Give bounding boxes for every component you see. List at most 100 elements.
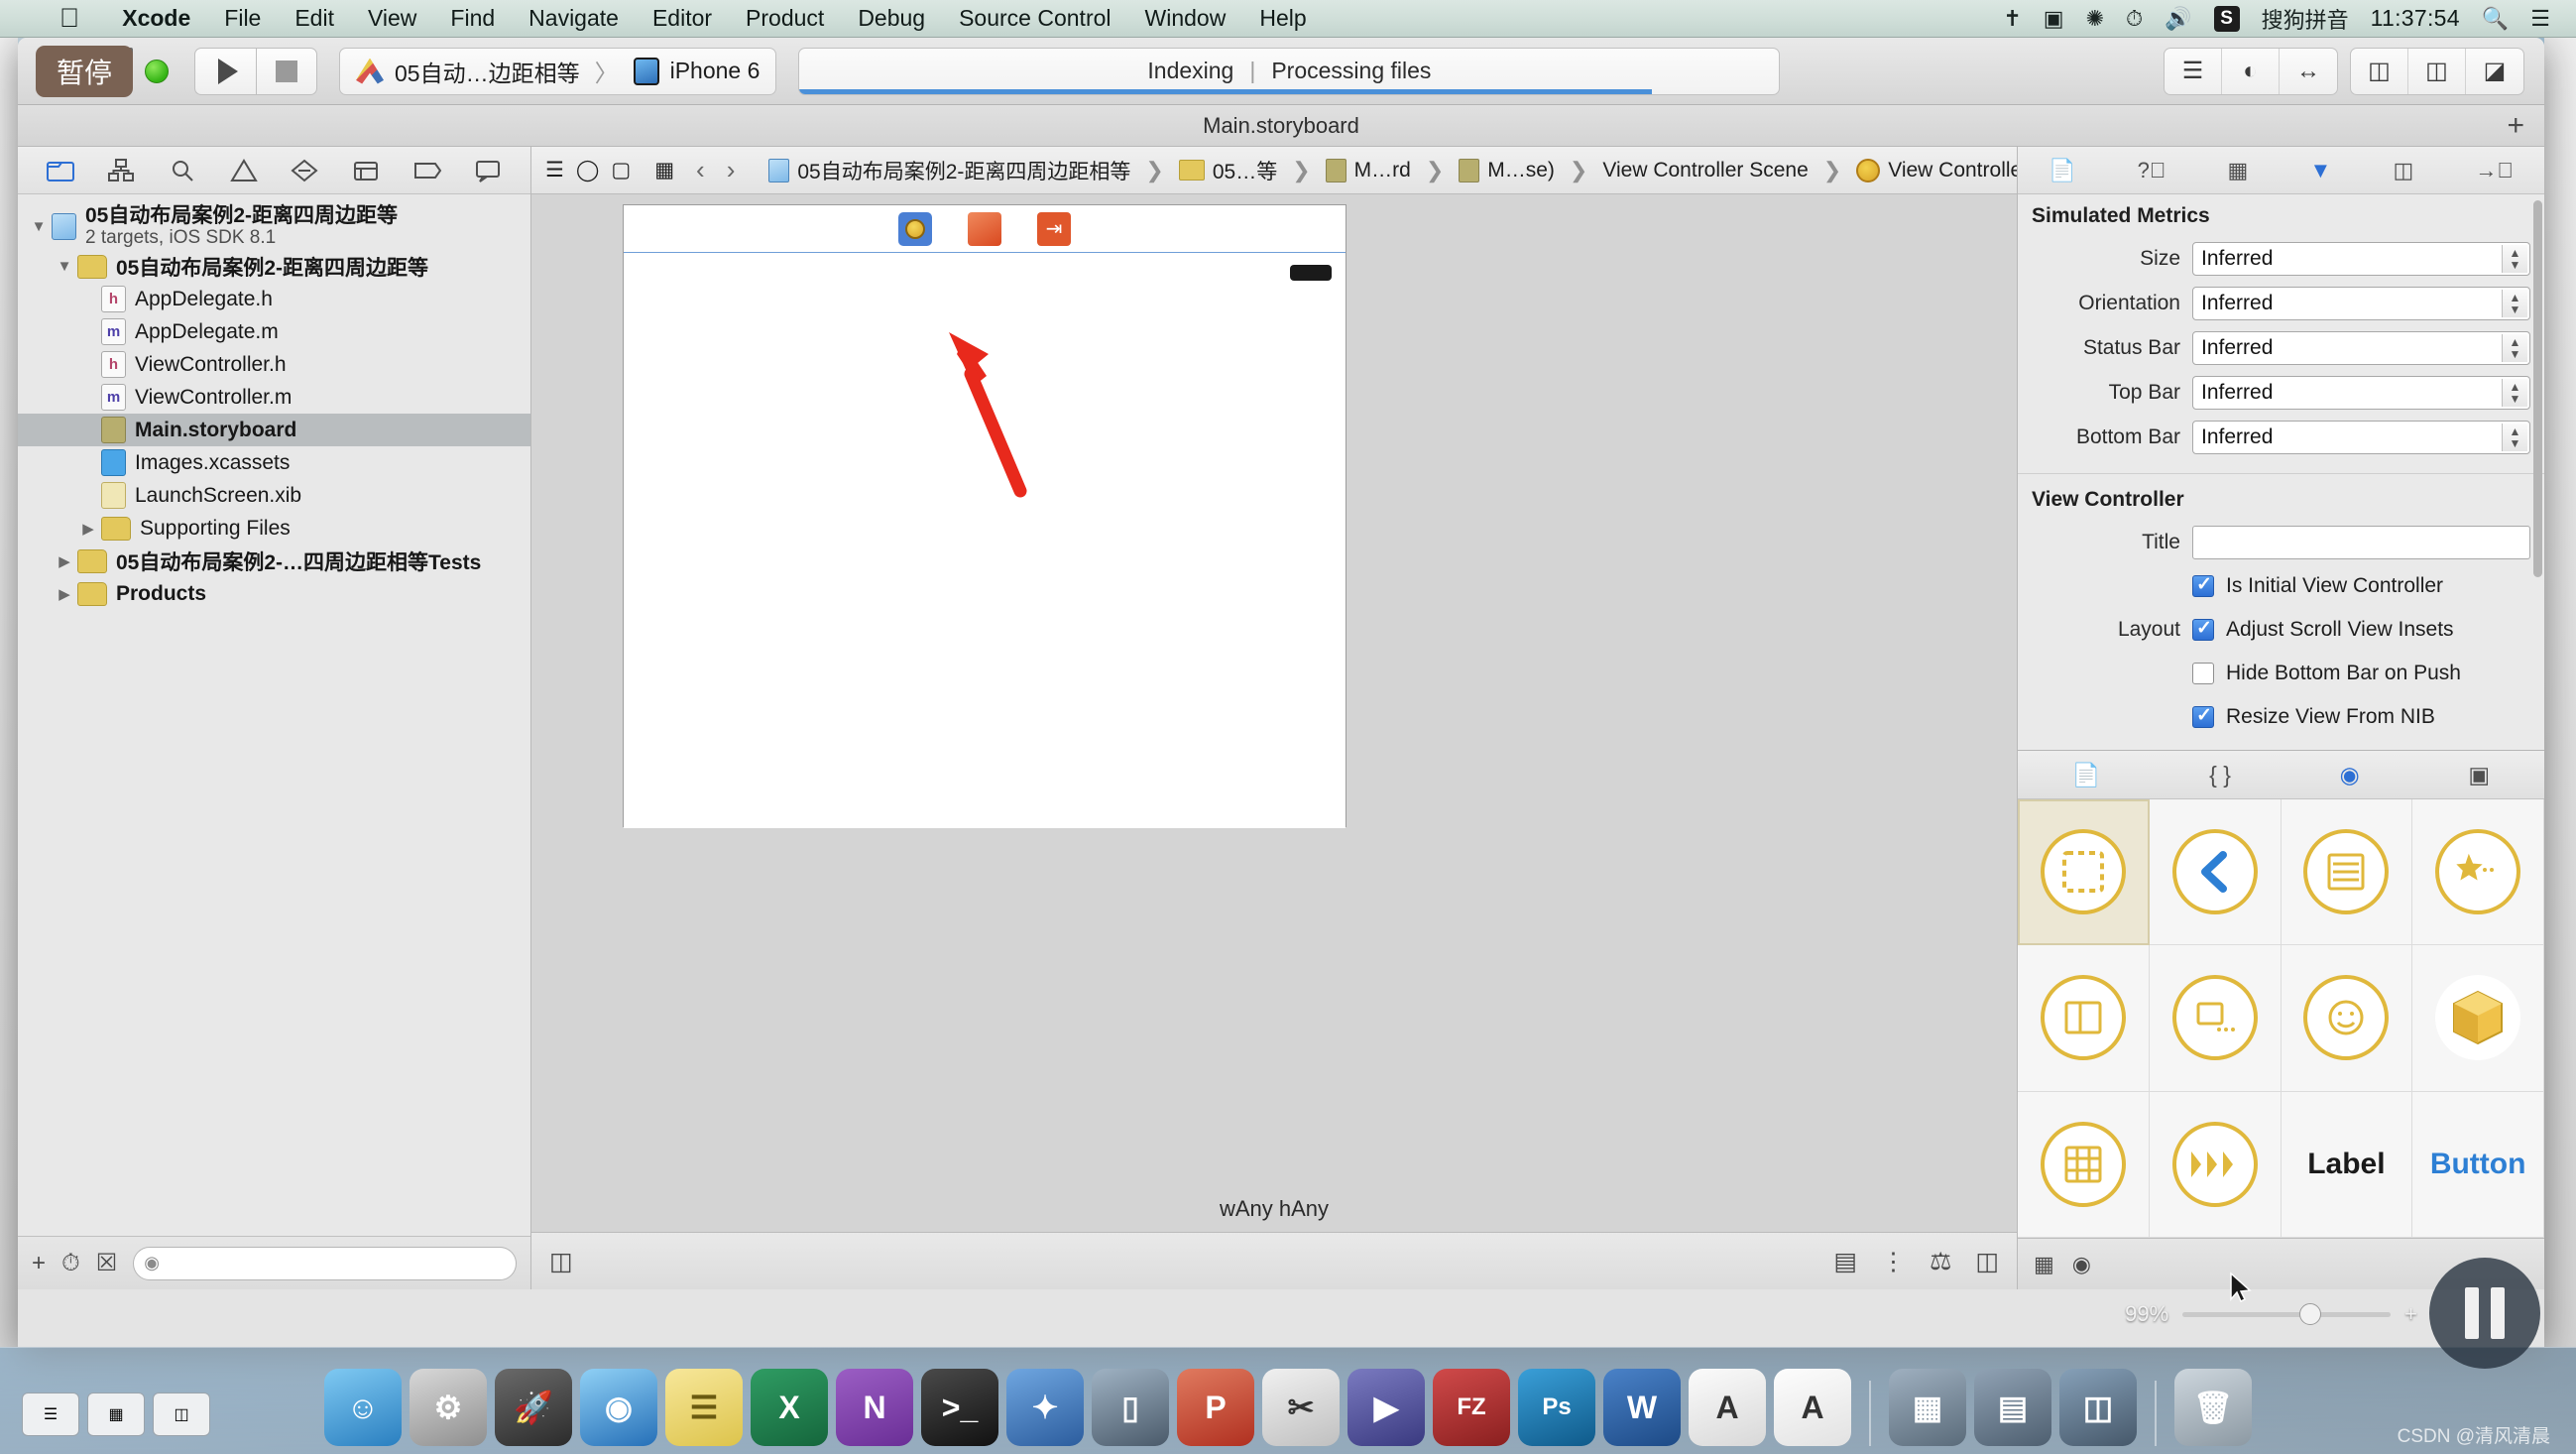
window-zoom-button[interactable]	[145, 59, 169, 83]
window-grid-icon[interactable]: ▦	[87, 1393, 145, 1436]
plus-icon[interactable]: +	[2507, 109, 2524, 143]
dock-item-photoshop[interactable]: Ps	[1518, 1369, 1595, 1446]
view-controller-icon[interactable]	[898, 211, 932, 246]
dock-item-mission-control[interactable]: ▦	[1889, 1369, 1966, 1446]
find-navigator-search-icon[interactable]	[163, 154, 202, 187]
menu-item-help[interactable]: Help	[1242, 5, 1323, 32]
tree-row-viewcontroller-m[interactable]: m ViewController.m	[18, 381, 530, 414]
dock-item-launchpad[interactable]: 🚀	[495, 1369, 572, 1446]
checkbox-resize-view-from-nib[interactable]	[2192, 704, 2214, 728]
library-item-view-controller[interactable]	[2018, 799, 2150, 946]
tree-row-images-xcassets[interactable]: Images.xcassets	[18, 446, 530, 479]
library-item-navigation-controller[interactable]	[2149, 799, 2282, 946]
media-library-icon[interactable]: ▣	[2468, 762, 2490, 788]
issue-navigator-warning-icon[interactable]	[224, 154, 264, 187]
library-item-label[interactable]: Label	[2281, 1091, 2413, 1238]
library-item-page-view-controller[interactable]	[2149, 945, 2282, 1092]
inspector-scrollbar[interactable]	[2533, 200, 2542, 577]
menu-item-product[interactable]: Product	[729, 5, 841, 32]
library-item-split-view-controller[interactable]	[2018, 945, 2150, 1092]
standard-editor-icon[interactable]: ☰	[2165, 48, 2222, 94]
library-item-tab-bar-controller[interactable]	[2412, 799, 2544, 946]
library-item-button[interactable]: Button	[2412, 1091, 2544, 1238]
breadcrumb-item-project[interactable]: 05自动布局案例2-距离四周边距相等	[768, 156, 1130, 185]
file-inspector-document-icon[interactable]: 📄	[2049, 158, 2075, 183]
pin-icon[interactable]: ⋮	[1881, 1247, 1906, 1276]
search-icon[interactable]: 🔍	[2482, 6, 2509, 32]
airdrop-icon[interactable]: ✺	[2086, 6, 2104, 32]
tree-row-launchscreen-xib[interactable]: LaunchScreen.xib	[18, 479, 530, 512]
code-snippet-library-icon[interactable]: { }	[2209, 762, 2231, 788]
checkbox-is-initial-view-controller[interactable]	[2192, 573, 2214, 597]
scheme-selector[interactable]: 05自动…边距相等 〉 iPhone 6	[339, 47, 777, 95]
twisty-down-icon[interactable]: ▼	[52, 258, 77, 275]
breadcrumb-item-storyboard[interactable]: M…rd	[1325, 158, 1411, 182]
bottom-bar-combo[interactable]: Inferred ▲ ▼	[2192, 420, 2530, 454]
tree-row-project[interactable]: ▼ 05自动布局案例2-距离四周边距等 2 targets, iOS SDK 8…	[18, 202, 530, 250]
dock-item-iphone-simulator[interactable]: ▯	[1092, 1369, 1169, 1446]
library-item-collection-view-controller[interactable]	[2018, 1091, 2150, 1238]
chevron-updown-icon[interactable]: ▲ ▼	[2502, 289, 2527, 317]
library-item-glkit-view-controller[interactable]	[2281, 945, 2413, 1092]
ime-badge-icon[interactable]: S	[2213, 5, 2240, 32]
report-navigator-message-icon[interactable]	[468, 154, 508, 187]
filter-input[interactable]: ◉	[133, 1246, 517, 1280]
dock-item-xcode[interactable]: ✦	[1006, 1369, 1084, 1446]
clock-icon[interactable]: ⏱	[61, 1250, 80, 1277]
menu-item-source-control[interactable]: Source Control	[942, 5, 1127, 32]
version-editor-icon[interactable]: ↔	[2280, 49, 2337, 94]
assistant-editor-icon[interactable]: ◐	[2222, 48, 2280, 94]
dock-item-quicktime[interactable]: ▶	[1347, 1369, 1425, 1446]
project-navigator-folder-icon[interactable]	[41, 154, 80, 187]
tree-row-appdelegate-m[interactable]: m AppDelegate.m	[18, 315, 530, 348]
filter-icon[interactable]: ◉	[2072, 1252, 2091, 1277]
orientation-combo[interactable]: Inferred ▲ ▼	[2192, 286, 2530, 320]
bluetooth-icon[interactable]: ✝	[2003, 6, 2021, 32]
time-machine-icon[interactable]: ⏱	[2126, 6, 2143, 32]
test-navigator-diamond-icon[interactable]	[285, 154, 324, 187]
storyboard-canvas[interactable]: ⇥ wAny hAny	[531, 194, 2017, 1232]
breakpoint-navigator-icon[interactable]	[408, 154, 447, 187]
twisty-right-icon[interactable]: ▶	[52, 585, 77, 603]
library-item-object-cube[interactable]	[2412, 945, 2544, 1092]
resizing-icon[interactable]: ◫	[1975, 1247, 1999, 1276]
navigator-toggle-icon[interactable]: ◫	[2351, 48, 2408, 94]
align-icon[interactable]: ▤	[1833, 1247, 1857, 1276]
window-split-icon[interactable]: ◫	[153, 1393, 210, 1436]
document-outline-icon[interactable]: ◫	[549, 1247, 573, 1276]
related-files-icon[interactable]: ▦	[654, 158, 674, 182]
grid-view-icon[interactable]: ▦	[2034, 1252, 2054, 1277]
resolve-issues-icon[interactable]: ⚖	[1930, 1247, 1951, 1276]
menu-item-editor[interactable]: Editor	[636, 5, 729, 32]
notification-center-icon[interactable]: ☰	[2530, 6, 2550, 32]
dock-item-trash[interactable]: 🗑	[2174, 1369, 2252, 1446]
run-button[interactable]	[194, 47, 256, 95]
menu-clock[interactable]: 11:37:54	[2371, 5, 2460, 32]
library-item-table-view-controller[interactable]	[2281, 799, 2413, 946]
window-list-icon[interactable]: ☰	[22, 1393, 79, 1436]
menu-item-debug[interactable]: Debug	[841, 5, 942, 32]
stop-button[interactable]	[256, 47, 317, 95]
screen-record-icon[interactable]: ▣	[2044, 6, 2064, 32]
top-bar-combo[interactable]: Inferred ▲ ▼	[2192, 375, 2530, 410]
symbol-navigator-hierarchy-icon[interactable]	[101, 154, 141, 187]
twisty-right-icon[interactable]: ▶	[52, 552, 77, 570]
zoom-slider[interactable]	[2182, 1302, 2392, 1325]
breadcrumb-item-group[interactable]: 05…等	[1178, 156, 1277, 185]
twisty-right-icon[interactable]: ▶	[75, 520, 101, 538]
twisty-down-icon[interactable]: ▼	[26, 218, 52, 235]
zoom-slider-knob[interactable]	[2299, 1302, 2322, 1325]
dock-item-notes[interactable]: ☰	[665, 1369, 743, 1446]
dock-item-system-preferences[interactable]: ⚙	[410, 1369, 487, 1446]
checkbox-adjust-scroll-view-insets[interactable]	[2192, 617, 2214, 641]
breadcrumb-item-view-controller[interactable]: View Controller	[1856, 158, 2017, 182]
dock-item-word[interactable]: W	[1603, 1369, 1681, 1446]
chevron-updown-icon[interactable]: ▲ ▼	[2502, 244, 2527, 273]
tree-row-appdelegate-h[interactable]: h AppDelegate.h	[18, 283, 530, 315]
dock-item-appstore-2[interactable]: A	[1774, 1369, 1851, 1446]
chevron-updown-icon[interactable]: ▲ ▼	[2502, 378, 2527, 407]
utilities-toggle-icon[interactable]: ◪	[2466, 49, 2523, 94]
dock-item-keynote[interactable]: P	[1177, 1369, 1254, 1446]
size-inspector-ruler-icon[interactable]: ◫	[2393, 158, 2413, 183]
menu-item-view[interactable]: View	[351, 5, 433, 32]
